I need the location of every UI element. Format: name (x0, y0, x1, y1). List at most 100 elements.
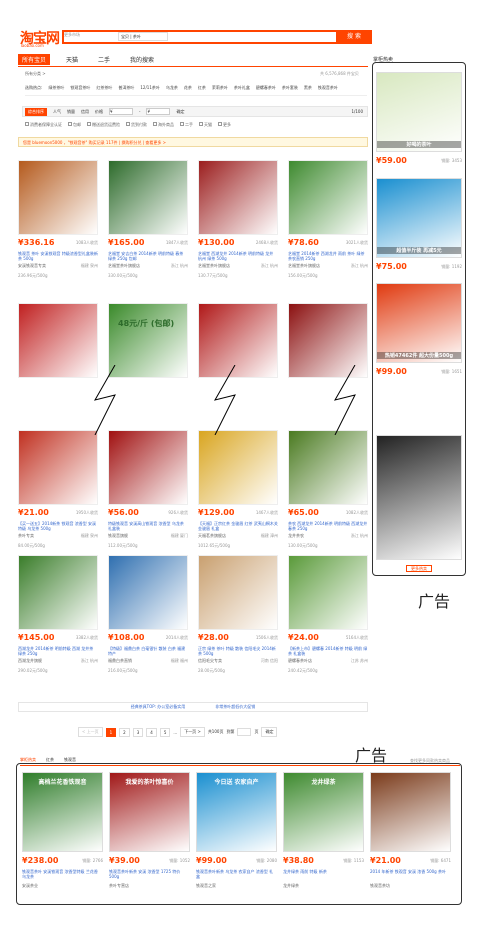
product-shop[interactable]: 碧螺春茶叶店 (288, 658, 312, 664)
goto-page-input[interactable] (237, 728, 252, 736)
product-image[interactable] (18, 555, 98, 630)
filter-check-0[interactable]: 消费者保障全认证 (25, 122, 62, 128)
tab-tmall[interactable]: 天猫 (62, 54, 82, 65)
link-promo[interactable]: 非常茶叶超低价大促销 (215, 704, 255, 710)
product-shop[interactable]: 福鼎白茶直销 (108, 658, 132, 664)
filter-check-1[interactable]: 包邮 (68, 122, 81, 128)
sort-popularity[interactable]: 人气 (53, 109, 61, 115)
page-4[interactable]: 4 (146, 727, 157, 737)
checkbox[interactable] (68, 122, 72, 126)
filter-9[interactable]: 茉莉茶叶 (212, 85, 228, 91)
bottom-ad-shop[interactable]: 茶叶专营店 (109, 883, 129, 889)
search-category[interactable]: 宝贝 (121, 34, 129, 39)
checkbox[interactable] (199, 122, 203, 126)
sort-price[interactable]: 价格 (95, 109, 103, 115)
side-ad-image[interactable]: 热销47462件 超大份量500g (376, 283, 462, 363)
tab-used[interactable]: 二手 (94, 54, 114, 65)
filter-3[interactable]: 红茶茶叶 (96, 85, 112, 91)
product-image[interactable] (18, 160, 98, 235)
product-title[interactable]: 铁观音 茶叶 安溪铁观音 特级浓香型礼盒装新茶 500g (18, 251, 98, 261)
bottom-ad-title[interactable]: 2014 年新茶 铁观音 安溪 浓香 500g 茶叶 (370, 869, 451, 879)
filter-10[interactable]: 茶叶礼盒 (234, 85, 250, 91)
product-title[interactable]: 艺福堂 2014新茶 西湖龙井 雨前 茶叶 绿茶 茶农直销 250g (288, 251, 368, 261)
filter-1[interactable]: 绿茶茶叶 (48, 85, 64, 91)
filter-14[interactable]: 铁观音茶叶 (318, 85, 338, 91)
filter-8[interactable]: 红茶 (198, 85, 206, 91)
product-title[interactable]: 正宗 绿茶 茶叶 特级 散装 信阳毛尖 2014新茶 500g (198, 646, 278, 656)
product-image[interactable] (18, 430, 98, 505)
product-image[interactable] (288, 555, 368, 630)
product-image[interactable] (198, 430, 278, 505)
filter-4[interactable]: 普洱茶叶 (118, 85, 134, 91)
page-3[interactable]: 3 (132, 727, 144, 737)
page-5[interactable]: 5 (159, 727, 171, 737)
search-market-select[interactable]: 更多市场 (64, 32, 80, 38)
side-ad-image[interactable] (376, 435, 462, 560)
page-1[interactable]: 1 (105, 727, 117, 737)
product-image[interactable] (288, 430, 368, 505)
filter-check-4[interactable]: 海外商品 (153, 122, 174, 128)
bottom-ad-title[interactable]: 铁观音茶叶新茶 乌龙茶 农家自产 浓香型 礼盒 (196, 869, 277, 879)
page-2[interactable]: 2 (119, 727, 130, 737)
filter-check-5[interactable]: 二手 (180, 122, 193, 128)
filter-2[interactable]: 铁观音茶叶 (70, 85, 90, 91)
product-title[interactable]: 【新茶上市】碧螺春 2014新茶 特级 明前 绿茶 礼盒装 (288, 646, 368, 656)
product-shop[interactable]: 茶叶专卖 (18, 533, 34, 539)
product-shop[interactable]: 艺福堂茶叶旗舰店 (288, 263, 320, 269)
goto-confirm-button[interactable]: 确定 (261, 727, 278, 737)
filter-check-2[interactable]: 赠送退货运费险 (87, 122, 120, 128)
product-shop[interactable]: 艺福堂茶叶旗舰店 (198, 263, 230, 269)
bottom-ad-title[interactable]: 龙井绿茶 雨前 特级 新茶 (283, 869, 364, 879)
bottom-ad-image[interactable] (370, 772, 451, 852)
product-image[interactable] (198, 160, 278, 235)
checkbox[interactable] (180, 122, 184, 126)
product-shop[interactable]: 安溪铁观音专卖 (18, 263, 46, 269)
bottom-ad-shop[interactable]: 安溪茶业 (22, 883, 38, 889)
filter-11[interactable]: 碧螺春茶叶 (256, 85, 276, 91)
product-shop[interactable]: 天福茗茶旗舰店 (198, 533, 226, 539)
filter-7[interactable]: 花茶 (184, 85, 192, 91)
bottom-ad-image[interactable]: 高档兰花香铁观音 (22, 772, 103, 852)
product-title[interactable]: 【天福】正宗红茶 金骏眉 红茶 武夷山桐木关 金骏眉 礼盒 (198, 521, 278, 531)
link-teaware[interactable]: 经典茶具TOP: 办公室必备实用 (131, 704, 186, 710)
checkbox[interactable] (153, 122, 157, 126)
bottom-ad-image[interactable]: 我爱的茶叶惊喜价 (109, 772, 190, 852)
checkbox[interactable] (126, 122, 130, 126)
product-shop[interactable]: 铁观音旗舰 (108, 533, 128, 539)
filter-check-3[interactable]: 货到付款 (126, 122, 147, 128)
bottom-ad-image[interactable]: 龙井绿茶 (283, 772, 364, 852)
tab-all[interactable]: 所有宝贝 (18, 54, 51, 65)
filter-6[interactable]: 乌龙茶 (166, 85, 178, 91)
product-shop[interactable]: 龙井茶农 (288, 533, 304, 539)
price-min-input[interactable]: ¥ (109, 108, 133, 115)
bottom-ad-shop[interactable]: 铁观音茶坊 (370, 883, 390, 889)
side-ad-image[interactable]: 超值半斤装 再减5元 (376, 178, 462, 258)
product-shop[interactable]: 艺福堂茶叶旗舰店 (108, 263, 140, 269)
filter-12[interactable]: 茶叶套装 (282, 85, 298, 91)
checkbox[interactable] (25, 122, 29, 126)
product-shop[interactable]: 西湖龙井旗舰 (18, 658, 42, 664)
side-ad-image[interactable]: 好喝的茶叶 (376, 72, 462, 152)
product-title[interactable]: 艺福堂 安吉白茶 2014新茶 明前特级 春茶 绿茶 250g 包邮 (108, 251, 188, 261)
product-title[interactable]: 特级铁观音 安溪高山铁观音 浓香型 乌龙茶 礼盒装 (108, 521, 188, 531)
product-title[interactable]: 艺福堂 西湖龙井 2014新茶 明前特级 龙井 杭州 绿茶 500g (198, 251, 278, 261)
filter-check-7[interactable]: 更多 (218, 122, 231, 128)
price-confirm-button[interactable]: 确定 (176, 109, 184, 115)
filter-check-6[interactable]: 天猫 (199, 122, 212, 128)
product-image[interactable] (198, 555, 278, 630)
checkbox[interactable] (87, 122, 91, 126)
search-input[interactable]: 宝贝 | 茶叶 (118, 32, 168, 41)
product-title[interactable]: 【特级】福鼎白茶 白毫银针 散装 白茶 福建特产 (108, 646, 188, 656)
sort-default[interactable]: 综合排序 (25, 107, 47, 116)
bottom-ad-shop[interactable]: 铁观音之家 (196, 883, 216, 889)
product-image[interactable] (288, 160, 368, 235)
product-image[interactable] (108, 555, 188, 630)
next-page-button[interactable]: 下一页 > (180, 727, 205, 737)
prev-page-button[interactable]: < 上一页 (78, 727, 103, 737)
breadcrumb[interactable]: 所有分类 > (25, 71, 46, 77)
tab-my-search[interactable]: 我的搜索 (126, 54, 158, 65)
product-title[interactable]: 茶农 西湖龙井 2014新茶 明前特级 西湖龙井 春茶 250g (288, 521, 368, 531)
bottom-ad-image[interactable]: 今日送 农家自产 (196, 772, 277, 852)
filter-5[interactable]: 12/11茶叶 (140, 85, 160, 91)
checkbox[interactable] (218, 122, 222, 126)
